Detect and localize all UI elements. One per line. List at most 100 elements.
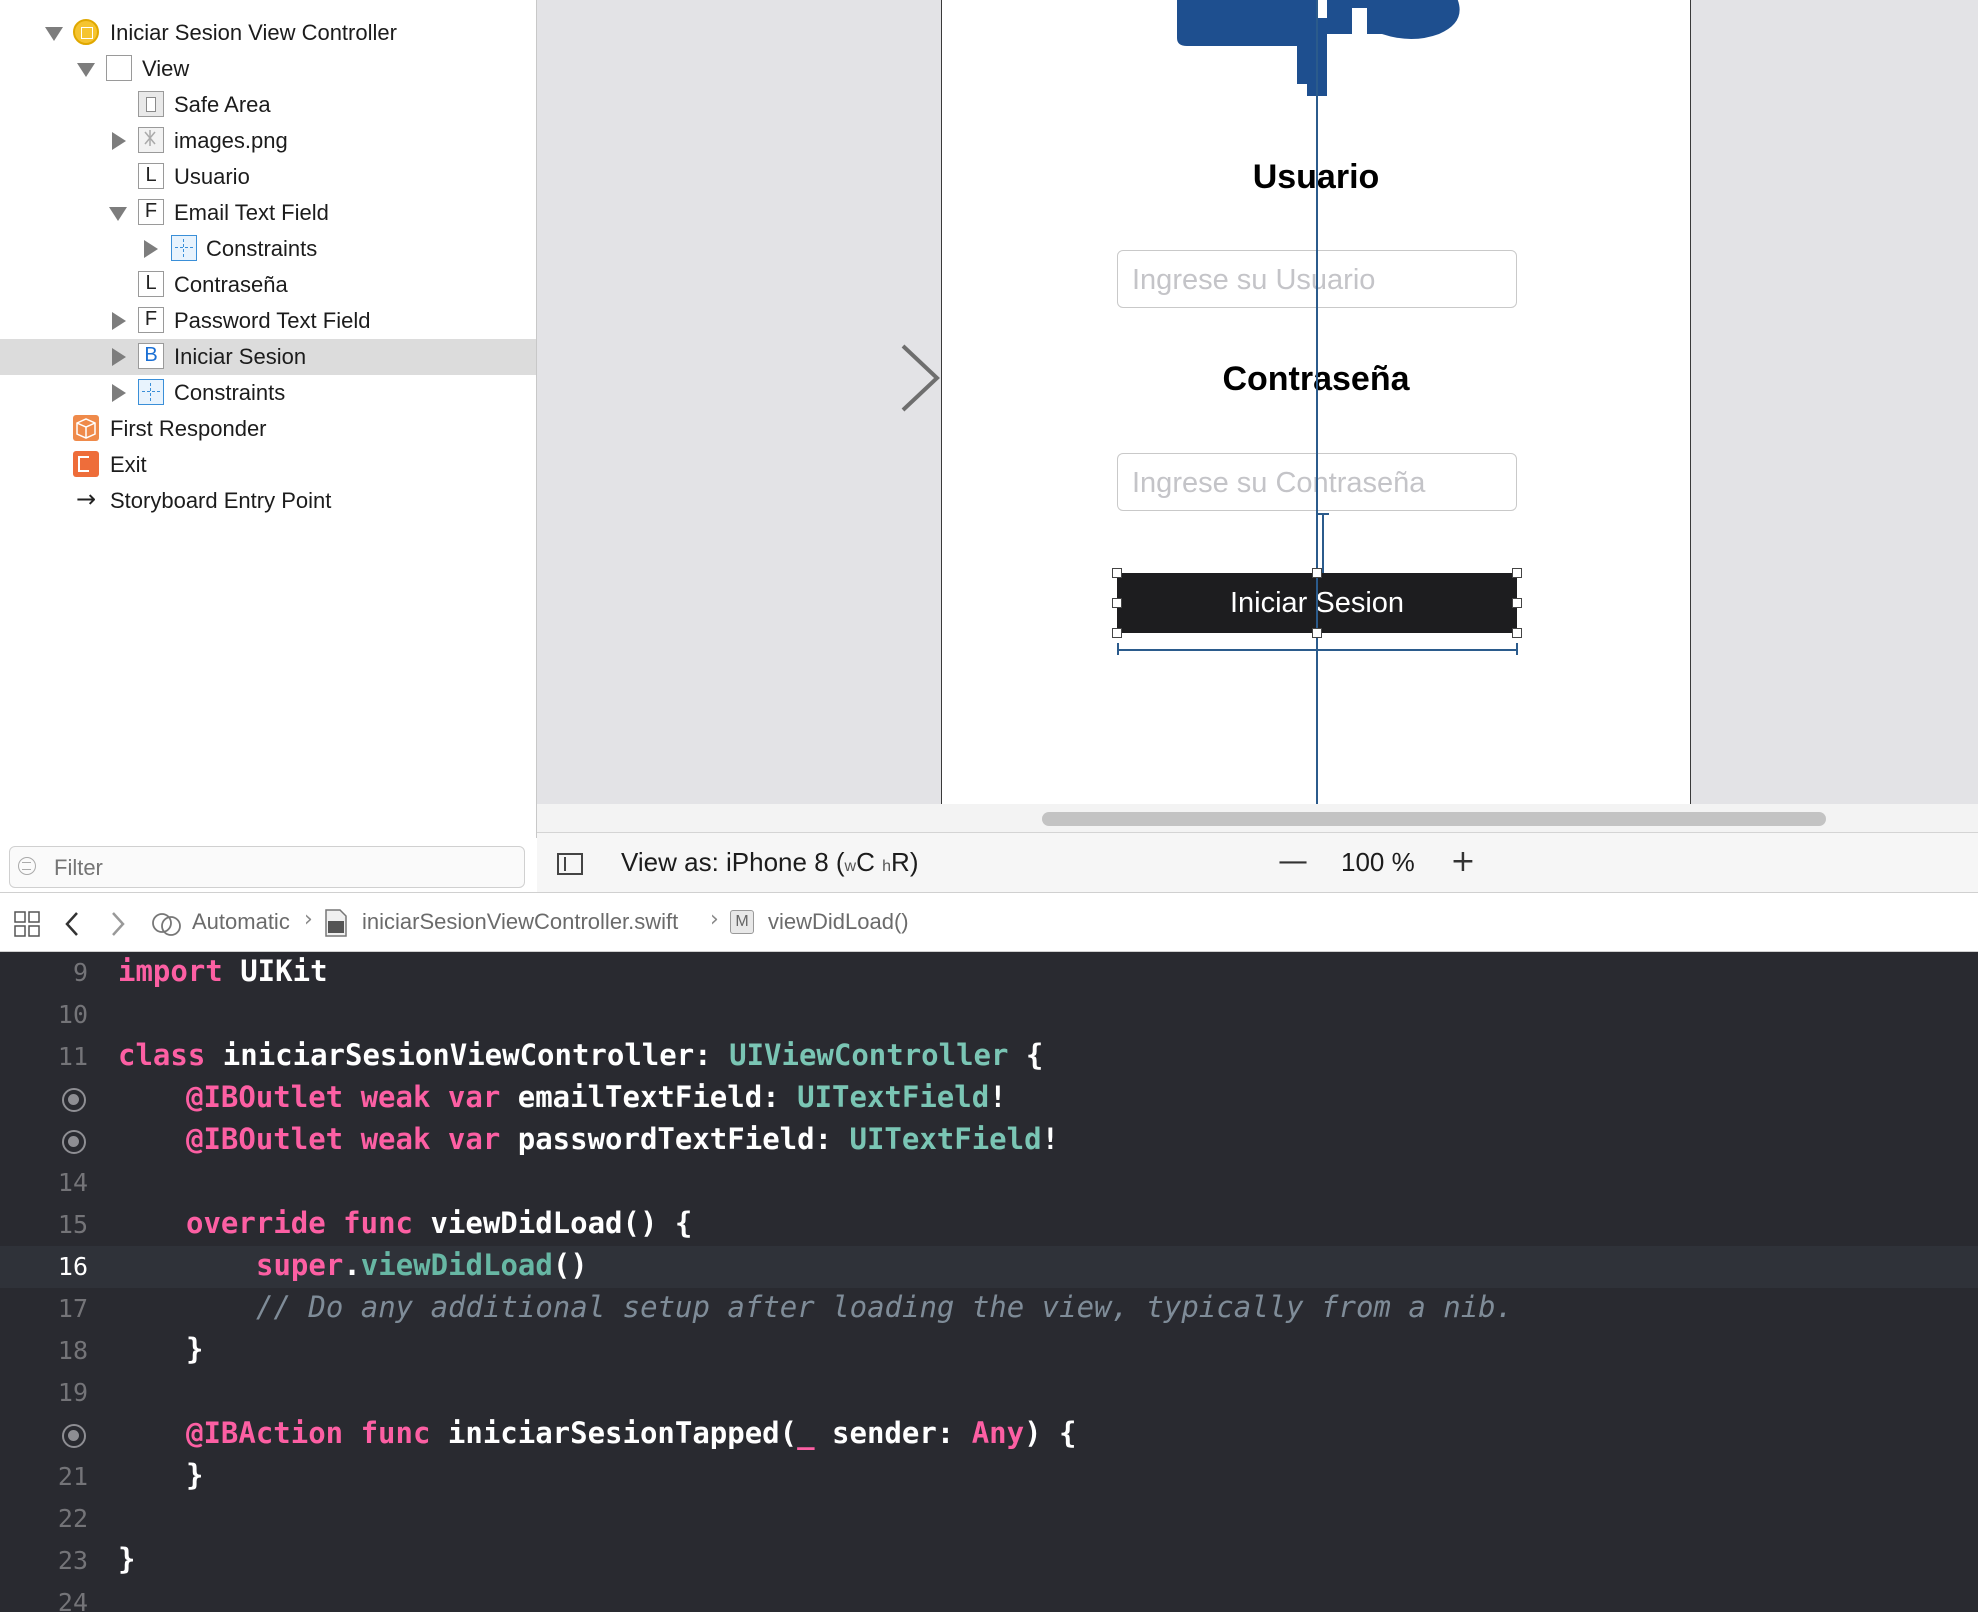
disclosure-triangle-icon[interactable] <box>77 63 95 77</box>
outline-item-email-text-field[interactable]: F Email Text Field <box>0 195 536 231</box>
outline-item-view-controller[interactable]: Iniciar Sesion View Controller <box>0 15 536 51</box>
view-controller-icon <box>73 19 99 45</box>
punctuation-token: } <box>186 1458 204 1492</box>
sidebar-toggle-icon[interactable] <box>557 853 583 875</box>
image-icon <box>138 127 164 153</box>
zoom-out-button[interactable]: — <box>1273 843 1313 883</box>
resize-handle[interactable] <box>1112 628 1122 638</box>
code-line[interactable]: 21 } <box>0 1456 1978 1498</box>
code-line-current[interactable]: 16 super.viewDidLoad() <box>0 1246 1978 1288</box>
outline-item-label: images.png <box>174 128 288 153</box>
outline-item-view-constraints[interactable]: Constraints <box>0 375 536 411</box>
disclosure-triangle-icon[interactable] <box>45 27 63 41</box>
code-line[interactable]: 23 } <box>0 1540 1978 1582</box>
method-icon: M <box>730 910 754 934</box>
outline-item-safe-area[interactable]: Safe Area <box>0 87 536 123</box>
text-field-icon: F <box>138 307 164 333</box>
outlet-connection-icon[interactable] <box>62 1130 86 1154</box>
code-line[interactable]: 15 override func viewDidLoad() { <box>0 1204 1978 1246</box>
line-number: 14 <box>57 1168 88 1197</box>
resize-handle[interactable] <box>1112 568 1122 578</box>
outline-item-exit[interactable]: Exit <box>0 447 536 483</box>
keyword-token: _ <box>797 1416 815 1450</box>
storyboard-canvas[interactable]: Usuario Contraseña Iniciar Sesion <box>537 0 1978 832</box>
disclosure-triangle-icon[interactable] <box>112 312 126 330</box>
disclosure-triangle-icon[interactable] <box>112 348 126 366</box>
outline-item-view[interactable]: View <box>0 51 536 87</box>
outline-item-label: View <box>142 56 190 81</box>
resize-handle[interactable] <box>1512 628 1522 638</box>
code-line[interactable]: 24 <box>0 1582 1978 1612</box>
code-line[interactable]: 17 // Do any additional setup after load… <box>0 1288 1978 1330</box>
outline-item-label: Usuario <box>174 164 250 189</box>
disclosure-triangle-icon[interactable] <box>112 132 126 150</box>
code-line[interactable]: 9 import UIKit <box>0 952 1978 994</box>
line-number: 17 <box>57 1294 88 1323</box>
type-token: UITextField <box>849 1122 1042 1156</box>
type-token: UIViewController <box>729 1038 1009 1072</box>
function-token: viewDidLoad <box>360 1248 553 1282</box>
size-class-w-value: C <box>856 847 875 877</box>
disclosure-triangle-icon[interactable] <box>109 207 127 221</box>
outline-item-usuario-label[interactable]: L Usuario <box>0 159 536 195</box>
outline-item-password-text-field[interactable]: F Password Text Field <box>0 303 536 339</box>
punctuation-token: ) { <box>1024 1416 1077 1450</box>
outline-filter[interactable] <box>9 846 525 888</box>
comment-token: // Do any additional setup after loading… <box>256 1290 1514 1324</box>
source-editor[interactable]: 9 import UIKit 10 11 class iniciarSesion… <box>0 952 1978 1612</box>
code-line[interactable]: 10 <box>0 994 1978 1036</box>
constraints-icon <box>138 379 164 405</box>
automatic-assistant-icon[interactable] <box>152 911 182 937</box>
jumpbar-automatic[interactable]: Automatic <box>192 909 290 935</box>
code-line[interactable]: @IBOutlet weak var emailTextField: UITex… <box>0 1078 1978 1120</box>
outline-item-label: Storyboard Entry Point <box>110 488 332 513</box>
constraint-cap <box>1516 643 1518 655</box>
action-connection-icon[interactable] <box>62 1424 86 1448</box>
button-icon: B <box>138 343 164 369</box>
outline-item-email-constraints[interactable]: Constraints <box>0 231 536 267</box>
filter-input[interactable] <box>52 854 496 882</box>
outline-item-label: Constraints <box>174 380 286 405</box>
outline-item-label: Email Text Field <box>174 200 329 225</box>
resize-handle[interactable] <box>1312 628 1322 638</box>
iphone-scene[interactable]: Usuario Contraseña Iniciar Sesion <box>941 0 1691 804</box>
view-as-device-selector[interactable]: View as: iPhone 8 (wC hR) <box>621 847 918 878</box>
identifier-token: iniciarSesionTapped( <box>430 1416 798 1450</box>
code-line[interactable]: 19 <box>0 1372 1978 1414</box>
code-line[interactable]: 11 class iniciarSesionViewController: UI… <box>0 1036 1978 1078</box>
outline-item-label: Password Text Field <box>174 308 371 333</box>
jumpbar-method[interactable]: viewDidLoad() <box>768 909 909 935</box>
related-items-icon[interactable] <box>14 911 40 937</box>
scrollbar-thumb[interactable] <box>1042 812 1826 826</box>
outline-item-storyboard-entry-point[interactable]: → Storyboard Entry Point <box>0 483 536 519</box>
zoom-in-button[interactable]: + <box>1443 843 1483 883</box>
key-logo-icon <box>1177 0 1460 96</box>
outline-item-label: First Responder <box>110 416 267 441</box>
size-class-h: h <box>882 858 892 875</box>
resize-handle[interactable] <box>1112 598 1122 608</box>
code-text: import UIKit <box>118 954 328 988</box>
code-line[interactable]: 18 } <box>0 1330 1978 1372</box>
resize-handle[interactable] <box>1512 568 1522 578</box>
disclosure-triangle-icon[interactable] <box>144 240 158 258</box>
keyword-token: Any <box>971 1416 1025 1450</box>
back-chevron-icon[interactable] <box>64 911 80 937</box>
resize-handle[interactable] <box>1312 568 1322 578</box>
outline-item-images[interactable]: images.png <box>0 123 536 159</box>
forward-chevron-icon[interactable] <box>110 911 126 937</box>
code-text: @IBOutlet weak var passwordTextField: UI… <box>186 1122 1059 1156</box>
outlet-connection-icon[interactable] <box>62 1088 86 1112</box>
jump-bar: Automatic › iniciarSesionViewController.… <box>0 892 1978 952</box>
code-line[interactable]: @IBOutlet weak var passwordTextField: UI… <box>0 1120 1978 1162</box>
disclosure-triangle-icon[interactable] <box>112 384 126 402</box>
code-line[interactable]: 22 <box>0 1498 1978 1540</box>
outline-item-iniciar-sesion-button[interactable]: B Iniciar Sesion <box>0 339 536 375</box>
code-line[interactable]: 14 <box>0 1162 1978 1204</box>
outline-item-first-responder[interactable]: First Responder <box>0 411 536 447</box>
code-line[interactable]: @IBAction func iniciarSesionTapped(_ sen… <box>0 1414 1978 1456</box>
resize-handle[interactable] <box>1512 598 1522 608</box>
outline-item-label: Iniciar Sesion View Controller <box>110 20 397 45</box>
canvas-horizontal-scrollbar[interactable] <box>537 804 1978 832</box>
outline-item-contrasena-label[interactable]: L Contraseña <box>0 267 536 303</box>
jumpbar-file[interactable]: iniciarSesionViewController.swift <box>362 909 678 935</box>
